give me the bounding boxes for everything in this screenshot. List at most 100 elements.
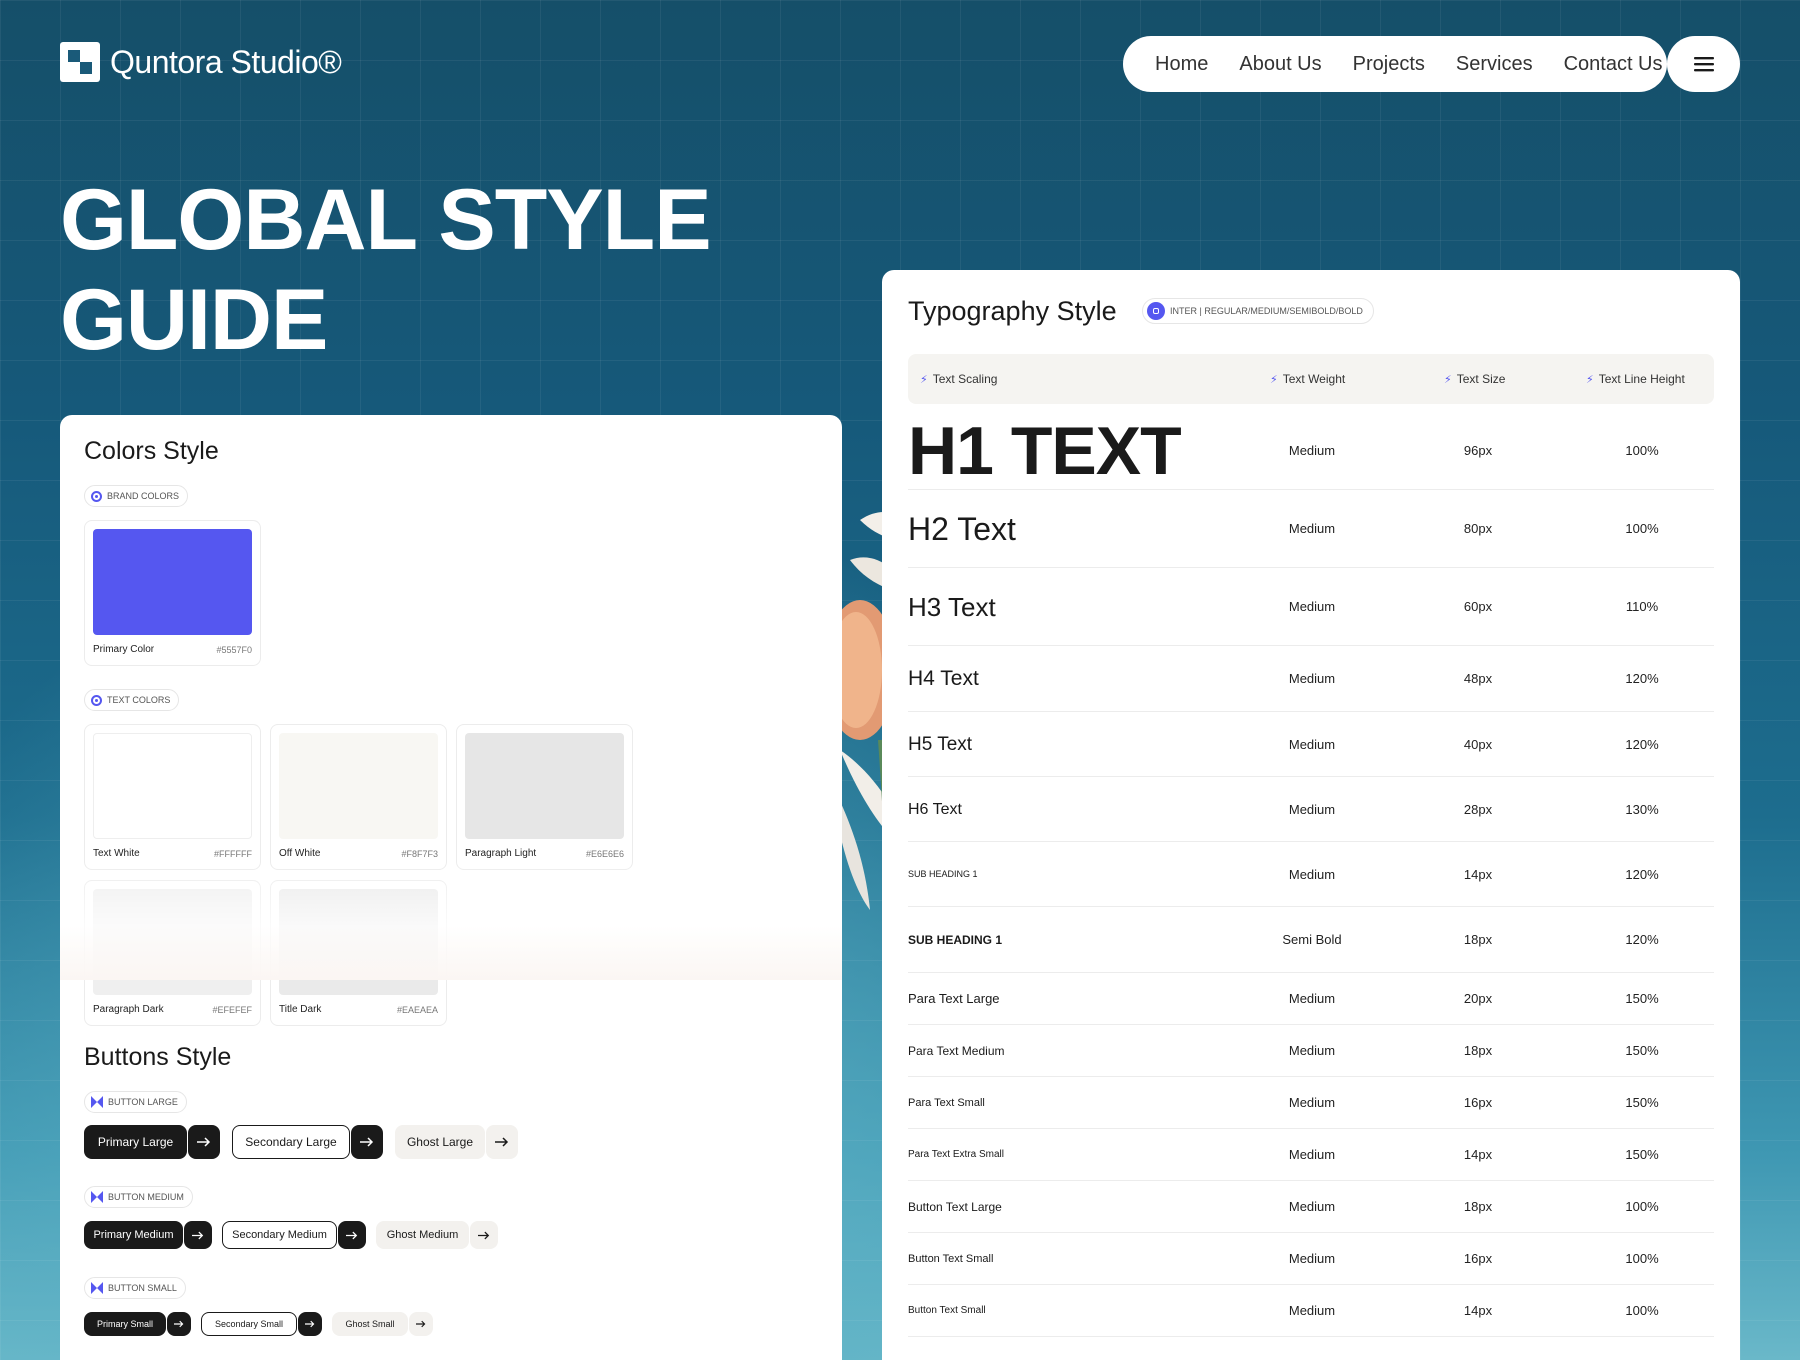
ghost-large-button[interactable]: Ghost Large [395,1125,485,1159]
bolt-icon: ⚡ [1586,373,1594,386]
buttons-style-title: Buttons Style [84,1043,232,1071]
col-text-line-height: ⚡ Text Line Height [1586,372,1685,386]
line-height-cell: 100% [1625,1303,1659,1318]
primary-medium-arrow-button[interactable] [184,1221,212,1249]
swatch-hex: #5557F0 [216,645,252,655]
primary-large-arrow-button[interactable] [188,1125,220,1159]
text-size-cell: 18px [1463,1199,1493,1214]
primary-small-button[interactable]: Primary Small [84,1312,166,1336]
secondary-small-arrow-button[interactable] [298,1312,322,1336]
typography-style-title: Typography Style [908,296,1117,326]
bowtie-icon [91,1191,103,1203]
swatch-primary-color[interactable]: Primary Color #5557F0 [84,520,261,666]
primary-medium-button[interactable]: Primary Medium [84,1221,183,1249]
secondary-large-arrow-button[interactable] [351,1125,383,1159]
ghost-medium-button[interactable]: Ghost Medium [376,1221,469,1249]
color-swatch [93,733,252,839]
arrow-right-icon [416,1320,426,1328]
bowtie-icon [91,1282,103,1294]
ghost-small-arrow-button[interactable] [409,1312,433,1336]
bolt-icon: ⚡ [1444,373,1452,386]
menu-button[interactable] [1667,36,1740,92]
primary-large-button[interactable]: Primary Large [84,1125,187,1159]
ghost-large-group: Ghost Large [395,1125,518,1159]
line-height-cell: 120% [1625,671,1659,686]
text-size-cell: 80px [1463,521,1493,536]
color-swatch [93,529,252,635]
line-height-cell: 120% [1625,866,1659,882]
nav-projects[interactable]: Projects [1353,53,1425,76]
text-scale-sample: SUB HEADING 1 [908,869,978,879]
swatch-hex: #FFFFFF [214,849,252,859]
ghost-medium-arrow-button[interactable] [470,1221,498,1249]
text-weight-cell: Medium [1288,801,1336,817]
hero-title: GLOBAL STYLE GUIDE [60,172,712,368]
swatch-text-white[interactable]: Text White #FFFFFF [84,724,261,870]
swatch-off-white[interactable]: Off White #F8F7F3 [270,724,447,870]
typography-row: Para Text Medium Medium 18px 150% [908,1025,1714,1077]
arrow-right-icon [192,1231,204,1239]
bowtie-icon [91,1096,103,1108]
swatch-name: Paragraph Dark [93,1004,164,1015]
line-height-cell: 100% [1625,443,1659,458]
swatch-name: Off White [279,848,321,859]
button-small-row: Primary Small Secondary Small Ghost Smal… [84,1312,433,1336]
line-height-cell: 100% [1625,1251,1659,1266]
nav-about-us[interactable]: About Us [1239,53,1321,76]
text-weight-cell: Medium [1288,991,1336,1006]
text-scale-sample: H1 TEXT [908,413,1182,489]
text-scale-sample: Para Text Medium [908,1044,1005,1058]
text-scale-sample: Button Text Small [908,1305,986,1316]
secondary-large-group: Secondary Large [232,1125,383,1159]
brand-colors-badge: BRAND COLORS [84,485,189,507]
ghost-large-arrow-button[interactable] [486,1125,518,1159]
swatch-hex: #EFEFEF [212,1005,252,1015]
ghost-small-button[interactable]: Ghost Small [332,1312,408,1336]
color-swatch [279,733,438,839]
line-height-cell: 120% [1625,736,1659,752]
text-weight-cell: Medium [1288,1303,1336,1318]
primary-small-arrow-button[interactable] [167,1312,191,1336]
brand-name: Quntora Studio® [110,43,342,80]
secondary-medium-arrow-button[interactable] [338,1221,366,1249]
primary-medium-group: Primary Medium [84,1221,212,1249]
secondary-medium-button[interactable]: Secondary Medium [222,1221,337,1249]
text-size-cell: 16px [1463,1251,1493,1266]
nav-services[interactable]: Services [1456,53,1533,76]
typography-table-header: ⚡ Text Scaling ⚡ Text Weight ⚡ Text Size ⚡ T… [908,354,1714,404]
swatch-name: Text White [93,848,140,859]
brand-logo[interactable]: Quntora Studio® [60,42,342,82]
text-scale-sample: Para Text Extra Small [908,1149,1004,1160]
text-size-cell: 14px [1463,1147,1493,1162]
secondary-small-button[interactable]: Secondary Small [201,1312,297,1336]
text-size-cell: 28px [1463,801,1493,817]
text-size-cell: 14px [1463,866,1493,882]
line-height-cell: 100% [1625,521,1659,536]
text-weight-cell: Medium [1288,866,1336,882]
typography-row: Para Text Extra Small Medium 14px 150% [908,1129,1714,1181]
arrow-right-icon [305,1320,315,1328]
swatch-hex: #E6E6E6 [585,849,624,859]
fade-overlay [60,860,842,980]
arrow-right-icon [495,1137,509,1147]
logo-mark-icon [60,42,100,82]
text-scale-sample: Para Text Small [908,1097,985,1109]
primary-large-group: Primary Large [84,1125,220,1159]
nav-home[interactable]: Home [1155,53,1208,76]
bolt-icon: ⚡ [1270,373,1278,386]
typography-row: Button Text Small Medium 14px 100% [908,1285,1714,1337]
text-size-cell: 96px [1463,443,1493,458]
text-scale-sample: Para Text Large [908,991,1000,1006]
text-weight-cell: Medium [1288,1043,1336,1058]
ghost-medium-group: Ghost Medium [376,1221,498,1249]
line-height-cell: 150% [1625,991,1659,1006]
swatch-name: Title Dark [279,1004,322,1015]
swatch-name: Paragraph Light [465,848,537,859]
secondary-large-button[interactable]: Secondary Large [232,1125,350,1159]
text-scale-sample: H2 Text [908,511,1016,547]
button-medium-row: Primary Medium Secondary Medium Ghost Me… [84,1221,498,1249]
text-scale-sample: H6 Text [908,801,962,818]
text-size-cell: 14px [1463,1303,1493,1318]
swatch-paragraph-light[interactable]: Paragraph Light #E6E6E6 [456,724,633,870]
nav-contact-us[interactable]: Contact Us [1564,53,1663,76]
